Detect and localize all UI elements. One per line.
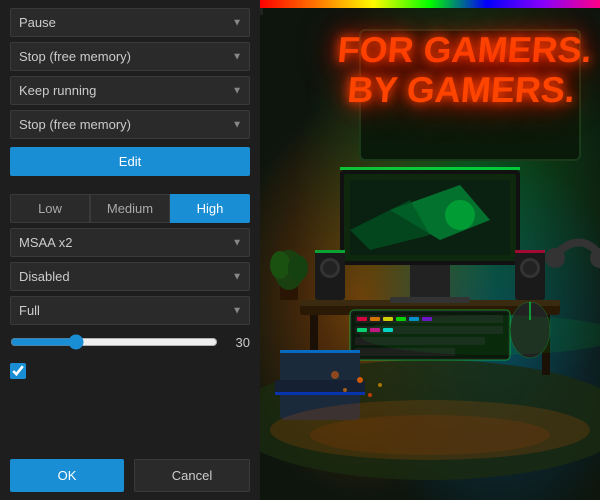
- dropdown-full[interactable]: Full Half Quarter ▼: [10, 296, 250, 325]
- checkbox-row: [10, 359, 250, 383]
- dropdown-disabled-select[interactable]: Disabled Enabled: [10, 262, 250, 291]
- left-panel: Pause Stop (free memory) Keep running ▼ …: [0, 0, 260, 500]
- dropdown-stop1-select[interactable]: Stop (free memory) Pause Keep running: [10, 42, 250, 71]
- right-panel: FOR GAMERS. BY GAMERS.: [260, 0, 600, 500]
- neon-text: FOR GAMERS. BY GAMERS.: [333, 30, 594, 109]
- dropdown-stop1[interactable]: Stop (free memory) Pause Keep running ▼: [10, 42, 250, 71]
- cancel-button[interactable]: Cancel: [134, 459, 250, 492]
- dropdown-msaa[interactable]: Disabled MSAA x2 MSAA x4 MSAA x8 ▼: [10, 228, 250, 257]
- quality-slider[interactable]: [10, 334, 218, 350]
- dropdown-msaa-select[interactable]: Disabled MSAA x2 MSAA x4 MSAA x8: [10, 228, 250, 257]
- quality-medium-button[interactable]: Medium: [90, 194, 170, 223]
- slider-row: 30: [10, 330, 250, 354]
- neon-line1: FOR GAMERS.: [336, 30, 593, 70]
- dropdown-keep[interactable]: Stop (free memory) Pause Keep running ▼: [10, 76, 250, 105]
- dropdown-full-select[interactable]: Full Half Quarter: [10, 296, 250, 325]
- dropdown-disabled[interactable]: Disabled Enabled ▼: [10, 262, 250, 291]
- dropdown-pause[interactable]: Pause Stop (free memory) Keep running ▼: [10, 8, 250, 37]
- bottom-buttons: OK Cancel: [10, 451, 250, 492]
- slider-value: 30: [226, 335, 250, 350]
- ok-button[interactable]: OK: [10, 459, 124, 492]
- dropdown-stop2[interactable]: Stop (free memory) Pause Keep running ▼: [10, 110, 250, 139]
- rainbow-bar: [260, 0, 600, 8]
- quality-selector: Low Medium High: [10, 194, 250, 223]
- quality-high-button[interactable]: High: [170, 194, 250, 223]
- neon-line2: BY GAMERS.: [333, 70, 590, 110]
- option-checkbox[interactable]: [10, 363, 26, 379]
- edit-button[interactable]: Edit: [10, 147, 250, 176]
- dropdown-stop2-select[interactable]: Stop (free memory) Pause Keep running: [10, 110, 250, 139]
- quality-low-button[interactable]: Low: [10, 194, 90, 223]
- dropdown-keep-select[interactable]: Stop (free memory) Pause Keep running: [10, 76, 250, 105]
- dropdown-pause-select[interactable]: Pause Stop (free memory) Keep running: [10, 8, 250, 37]
